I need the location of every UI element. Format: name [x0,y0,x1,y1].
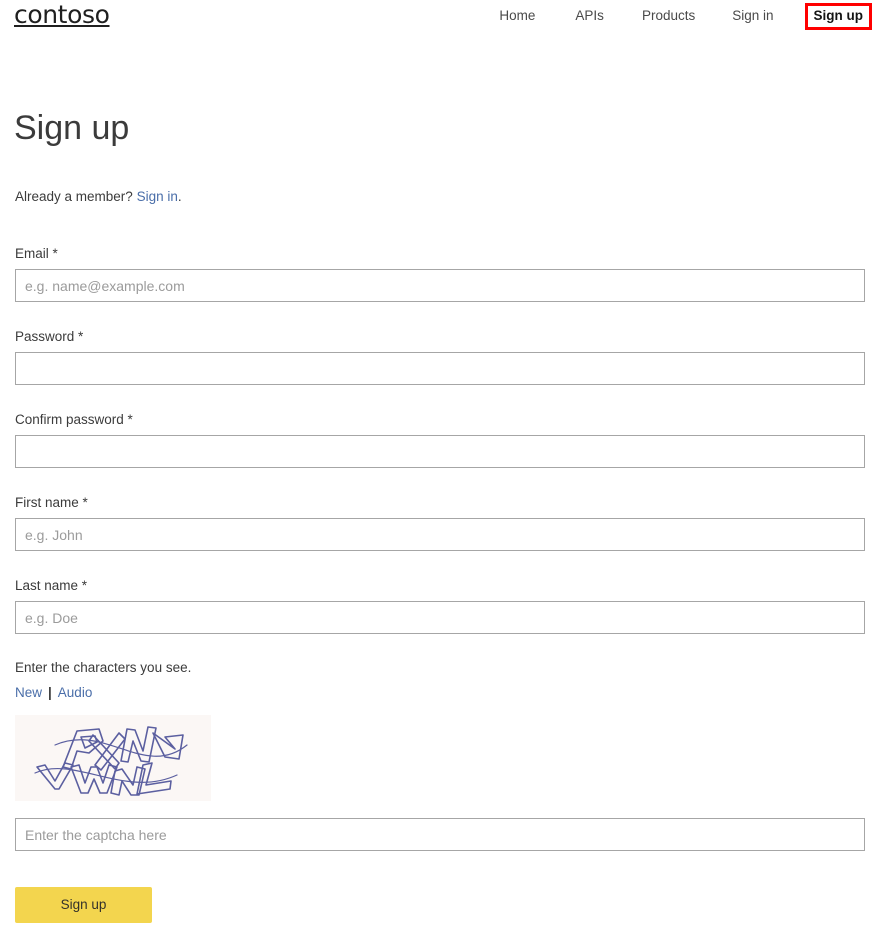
field-confirm-password: Confirm password * [15,411,865,468]
confirm-password-input[interactable] [15,435,865,468]
captcha-image [15,715,211,801]
page-title: Sign up [14,109,130,147]
nav-item-sign-up-highlight[interactable]: Sign up [804,2,872,30]
nav-item-sign-up[interactable]: Sign up [814,8,864,24]
already-member-period: . [177,188,182,204]
field-first-name: First name * [15,494,865,551]
field-email: Email * [15,245,865,302]
label-last-name: Last name * [15,578,88,593]
already-member-prompt: Already a member? Sign in. [15,188,182,206]
nav-item-sign-in[interactable]: Sign in [732,8,773,24]
already-member-text: Already a member? [15,188,137,204]
label-first-name: First name * [15,495,88,510]
captcha-instruction: Enter the characters you see. [15,660,192,675]
captcha-links: New | Audio [15,684,865,702]
sign-in-link[interactable]: Sign in [137,189,178,204]
signup-submit-button[interactable]: Sign up [15,887,152,923]
first-name-input[interactable] [15,518,865,551]
site-header: contoso Home APIs Products Sign in Sign … [0,0,875,38]
label-password: Password * [15,329,84,344]
field-captcha [15,818,865,851]
captcha-glyphs [34,726,188,796]
email-input[interactable] [15,269,865,302]
captcha-audio-link[interactable]: Audio [58,685,93,700]
nav-item-home[interactable]: Home [499,8,535,24]
label-confirm-password: Confirm password * [15,412,133,427]
last-name-input[interactable] [15,601,865,634]
field-last-name: Last name * [15,577,865,634]
captcha-new-link[interactable]: New [15,685,42,700]
captcha-input[interactable] [15,818,865,851]
main-navigation: Home APIs Products Sign in Sign up [499,2,875,30]
nav-item-apis[interactable]: APIs [575,8,604,24]
field-password: Password * [15,328,865,385]
nav-item-products[interactable]: Products [642,8,695,24]
brand-logo[interactable]: contoso [14,1,110,29]
captcha-block: Enter the characters you see. New | Audio [15,659,865,702]
captcha-link-separator: | [48,685,52,700]
password-input[interactable] [15,352,865,385]
label-email: Email * [15,246,58,261]
